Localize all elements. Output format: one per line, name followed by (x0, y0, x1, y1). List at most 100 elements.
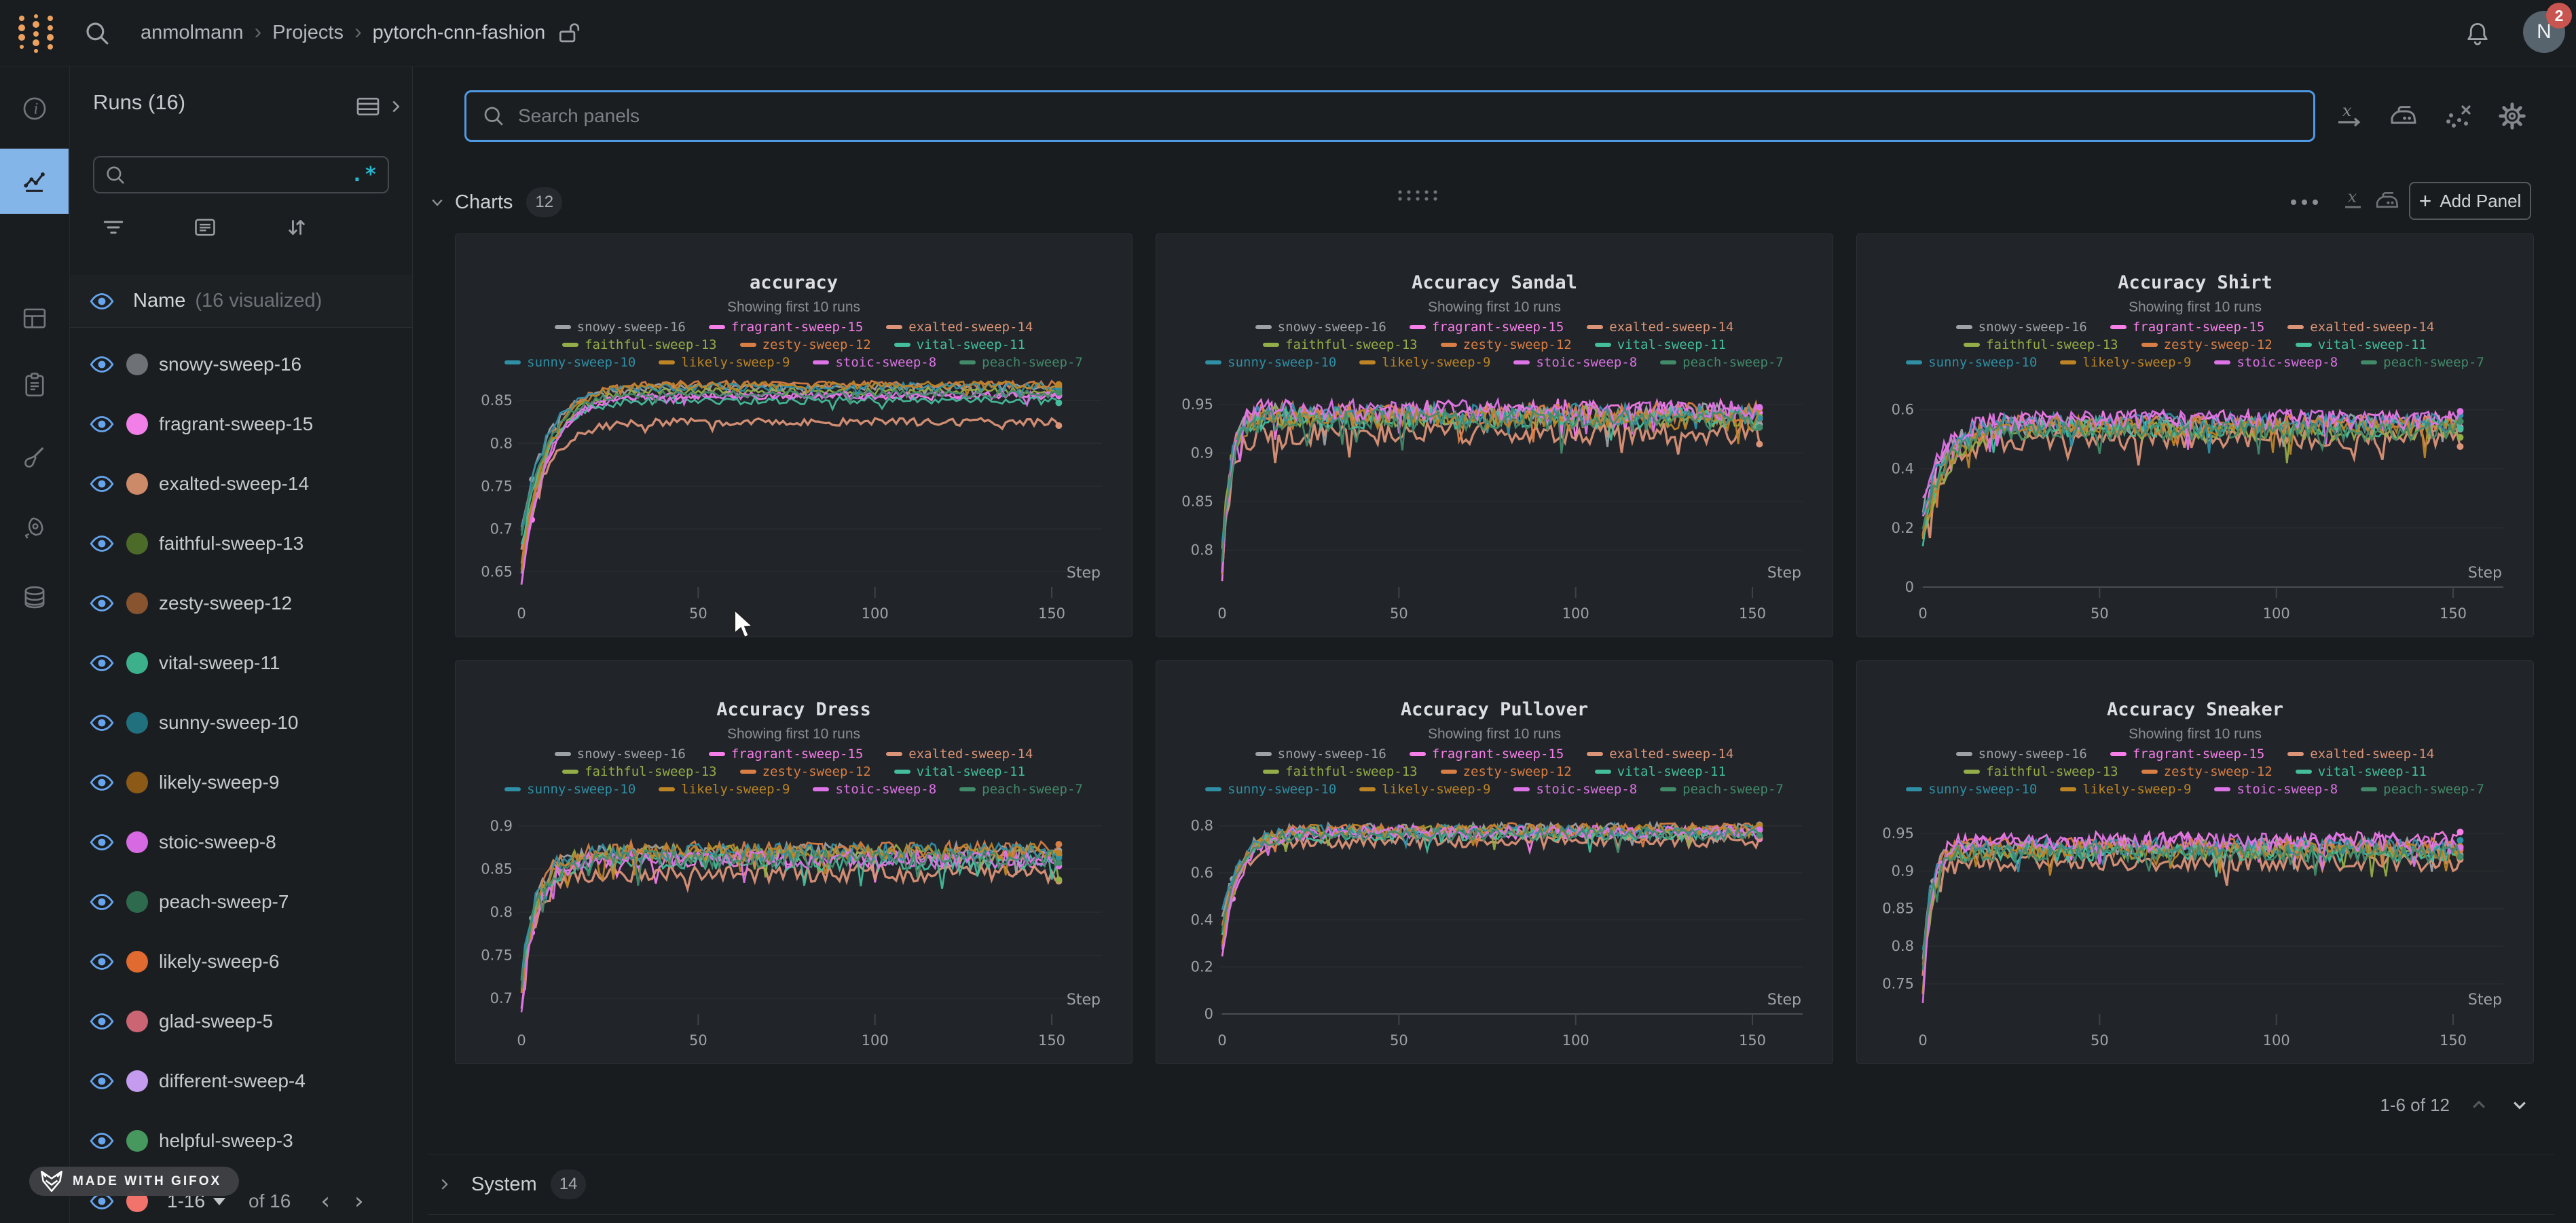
run-row[interactable]: peach-sweep-7 (69, 872, 412, 932)
add-panel-button[interactable]: + Add Panel (2409, 182, 2531, 220)
outliers-button[interactable] (2442, 100, 2474, 132)
chart-panel[interactable]: Accuracy SneakerShowing first 10 runssno… (1856, 660, 2534, 1064)
x-axis-settings-button[interactable]: x (2333, 100, 2366, 132)
sort-runs-button[interactable] (276, 210, 317, 245)
eye-visible-icon[interactable] (90, 289, 114, 314)
user-avatar[interactable]: N 2 (2523, 11, 2565, 53)
legend-item[interactable]: peach-sweep-7 (959, 782, 1083, 797)
chart-plot[interactable]: 00.20.40.60.8050100150Step (1156, 797, 1833, 1064)
system-section-header[interactable]: System 14 (428, 1154, 2554, 1215)
legend-item[interactable]: sunny-sweep-10 (1906, 355, 2037, 370)
legend-item[interactable]: snowy-sweep-16 (1255, 320, 1386, 335)
legend-item[interactable]: snowy-sweep-16 (1255, 747, 1386, 761)
legend-item[interactable]: vital-sweep-11 (894, 764, 1025, 779)
run-row[interactable]: faithful-sweep-13 (69, 514, 412, 573)
legend-item[interactable]: fragrant-sweep-15 (1410, 320, 1564, 335)
legend-item[interactable]: peach-sweep-7 (1660, 782, 1784, 797)
group-runs-button[interactable] (185, 210, 225, 245)
run-row[interactable]: fragrant-sweep-15 (69, 394, 412, 454)
eye-visible-icon[interactable] (90, 1129, 114, 1153)
eye-visible-icon[interactable] (90, 770, 114, 795)
legend-item[interactable]: faithful-sweep-13 (1964, 337, 2118, 352)
legend-item[interactable]: snowy-sweep-16 (1956, 320, 2087, 335)
eye-visible-icon[interactable] (90, 1009, 114, 1034)
eye-visible-icon[interactable] (90, 1069, 114, 1093)
legend-item[interactable]: zesty-sweep-12 (740, 337, 871, 352)
section-x-axis-button[interactable]: x (2337, 185, 2370, 217)
eye-visible-icon[interactable] (90, 830, 114, 854)
legend-item[interactable]: zesty-sweep-12 (1441, 764, 1572, 779)
legend-item[interactable]: zesty-sweep-12 (2141, 337, 2273, 352)
legend-item[interactable]: likely-sweep-9 (659, 355, 790, 370)
legend-item[interactable]: zesty-sweep-12 (740, 764, 871, 779)
legend-item[interactable]: faithful-sweep-13 (1263, 337, 1417, 352)
legend-item[interactable]: exalted-sweep-14 (886, 320, 1033, 335)
smoothing-button[interactable] (2387, 100, 2420, 132)
legend-item[interactable]: exalted-sweep-14 (2287, 320, 2434, 335)
legend-item[interactable]: fragrant-sweep-15 (709, 320, 863, 335)
eye-visible-icon[interactable] (90, 531, 114, 556)
legend-item[interactable]: faithful-sweep-13 (1964, 764, 2118, 779)
run-row[interactable]: likely-sweep-9 (69, 753, 412, 812)
legend-item[interactable]: sunny-sweep-10 (1205, 782, 1336, 797)
legend-item[interactable]: sunny-sweep-10 (504, 782, 636, 797)
notifications-bell-icon[interactable] (2463, 18, 2492, 48)
next-page-icon[interactable]: › (354, 1188, 364, 1215)
legend-item[interactable]: vital-sweep-11 (2296, 764, 2427, 779)
run-row[interactable]: helpful-sweep-3 (69, 1111, 412, 1171)
legend-item[interactable]: vital-sweep-11 (1595, 337, 1726, 352)
run-row[interactable]: different-sweep-4 (69, 1051, 412, 1111)
prev-page-icon[interactable]: ‹ (320, 1188, 330, 1215)
run-row[interactable]: likely-sweep-6 (69, 932, 412, 992)
legend-item[interactable]: zesty-sweep-12 (2141, 764, 2273, 779)
legend-item[interactable]: stoic-sweep-8 (1513, 355, 1637, 370)
workspace-settings-button[interactable] (2496, 100, 2528, 132)
chart-panel[interactable]: Accuracy PulloverShowing first 10 runssn… (1156, 660, 1833, 1064)
legend-item[interactable]: snowy-sweep-16 (555, 747, 686, 761)
legend-item[interactable]: exalted-sweep-14 (2287, 747, 2434, 761)
run-row[interactable]: sunny-sweep-10 (69, 693, 412, 753)
chart-panel[interactable]: Accuracy SandalShowing first 10 runssnow… (1156, 233, 1833, 637)
legend-item[interactable]: vital-sweep-11 (2296, 337, 2427, 352)
runs-search-input[interactable] (127, 164, 351, 186)
search-icon[interactable] (83, 19, 111, 48)
legend-item[interactable]: faithful-sweep-13 (562, 764, 716, 779)
legend-item[interactable]: stoic-sweep-8 (1513, 782, 1637, 797)
regex-toggle[interactable]: .* (351, 163, 378, 187)
run-row[interactable]: vital-sweep-11 (69, 633, 412, 693)
legend-item[interactable]: vital-sweep-11 (1595, 764, 1726, 779)
run-row[interactable]: zesty-sweep-12 (69, 573, 412, 633)
chart-plot[interactable]: 00.20.40.6050100150Step (1857, 370, 2533, 637)
run-row[interactable]: glad-sweep-5 (69, 992, 412, 1051)
legend-item[interactable]: likely-sweep-9 (2060, 782, 2191, 797)
legend-item[interactable]: stoic-sweep-8 (2214, 782, 2338, 797)
legend-item[interactable]: faithful-sweep-13 (562, 337, 716, 352)
rail-panels-item[interactable] (0, 286, 69, 351)
legend-item[interactable]: snowy-sweep-16 (555, 320, 686, 335)
rail-charts-item[interactable] (0, 149, 69, 214)
legend-item[interactable]: fragrant-sweep-15 (2110, 320, 2264, 335)
breadcrumb-section[interactable]: Projects (272, 22, 344, 44)
run-row[interactable]: exalted-sweep-14 (69, 454, 412, 514)
drag-handle-icon[interactable] (1396, 187, 1441, 204)
legend-item[interactable]: vital-sweep-11 (894, 337, 1025, 352)
eye-visible-icon[interactable] (90, 591, 114, 616)
chart-plot[interactable]: 0.750.80.850.90.95050100150Step (1857, 797, 2533, 1064)
legend-item[interactable]: exalted-sweep-14 (886, 747, 1033, 761)
page-up-icon[interactable] (2467, 1093, 2490, 1116)
legend-item[interactable]: stoic-sweep-8 (813, 355, 936, 370)
wandb-logo-icon[interactable] (16, 13, 57, 54)
run-row[interactable]: stoic-sweep-8 (69, 812, 412, 872)
legend-item[interactable]: snowy-sweep-16 (1956, 747, 2087, 761)
legend-item[interactable]: exalted-sweep-14 (1587, 747, 1733, 761)
rail-overview-item[interactable]: i (0, 76, 69, 141)
legend-item[interactable]: likely-sweep-9 (2060, 355, 2191, 370)
legend-item[interactable]: peach-sweep-7 (2361, 355, 2484, 370)
caret-down-icon[interactable] (213, 1198, 225, 1205)
legend-item[interactable]: likely-sweep-9 (1359, 355, 1490, 370)
legend-item[interactable]: peach-sweep-7 (2361, 782, 2484, 797)
eye-visible-icon[interactable] (90, 352, 114, 377)
legend-item[interactable]: stoic-sweep-8 (813, 782, 936, 797)
legend-item[interactable]: fragrant-sweep-15 (709, 747, 863, 761)
rail-sweeps-item[interactable] (0, 425, 69, 490)
